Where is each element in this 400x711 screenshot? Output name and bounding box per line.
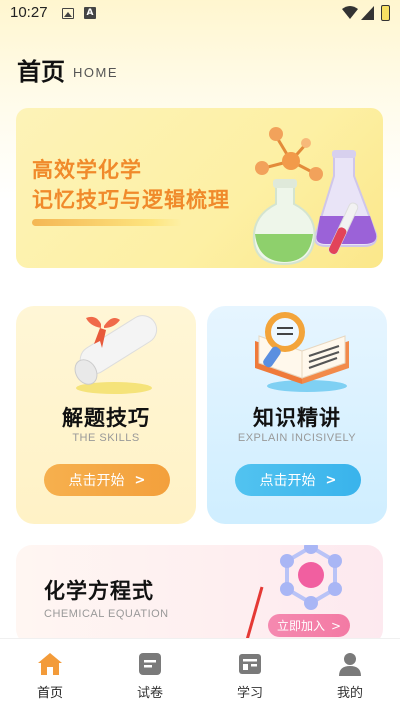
nav-label-papers: 试卷 — [136, 686, 163, 701]
page-subtitle: HOME — [73, 65, 118, 80]
status-bar: 10:27 A — [0, 0, 400, 28]
molecule-ring-illustration — [280, 545, 342, 610]
skills-card[interactable]: 解题技巧 THE SKILLS 点击开始 > — [16, 306, 196, 524]
home-icon — [38, 653, 62, 675]
paper-icon — [139, 653, 161, 675]
banner-subheadline: 记忆技巧与逻辑梳理 — [32, 188, 230, 212]
status-time: 10:27 — [10, 4, 48, 21]
banner-underline — [32, 219, 182, 226]
chevron-right-icon: > — [134, 472, 146, 488]
nav-tab-profile[interactable]: 我的 — [315, 651, 385, 701]
chevron-right-icon: > — [330, 618, 342, 633]
knowledge-card[interactable]: 知识精讲 EXPLAIN INCISIVELY 点击开始 > — [207, 306, 387, 524]
chevron-right-icon: > — [325, 472, 337, 488]
chemical-equation-card[interactable]: 化学方程式 CHEMICAL EQUATION 立即加入 > — [16, 545, 383, 645]
knowledge-card-subtitle: EXPLAIN INCISIVELY — [237, 432, 357, 444]
join-now-button[interactable]: 立即加入 > — [268, 614, 350, 637]
signal-icon — [361, 6, 374, 20]
knowledge-start-label: 点击开始 — [259, 473, 316, 489]
promo-banner[interactable]: 高效学化学 记忆技巧与逻辑梳理 — [16, 108, 383, 268]
scroll-diploma-illustration — [74, 315, 158, 394]
bottom-navigation: 首页 试卷 学习 我的 — [0, 638, 400, 711]
skills-start-button[interactable]: 点击开始 > — [44, 464, 170, 496]
image-notification-icon — [62, 8, 74, 19]
battery-icon — [381, 5, 390, 21]
skills-card-subtitle: THE SKILLS — [72, 432, 140, 444]
join-now-label: 立即加入 — [276, 619, 325, 633]
nav-tab-home[interactable]: 首页 — [15, 651, 85, 701]
nav-label-profile: 我的 — [336, 686, 363, 701]
banner-headline: 高效学化学 — [32, 158, 142, 182]
page-title: 首页 — [17, 58, 65, 86]
open-book-magnifier-illustration — [255, 312, 349, 392]
skills-start-label: 点击开始 — [68, 473, 125, 489]
nav-tab-study[interactable]: 学习 — [215, 651, 285, 701]
nav-label-study: 学习 — [236, 686, 263, 701]
profile-icon — [339, 653, 361, 676]
app-notification-icon: A — [84, 7, 96, 19]
chemistry-flasks-illustration — [252, 127, 378, 266]
nav-label-home: 首页 — [36, 686, 63, 701]
equation-card-title: 化学方程式 — [44, 579, 154, 603]
nav-tab-papers[interactable]: 试卷 — [115, 651, 185, 701]
wifi-icon — [342, 6, 358, 19]
knowledge-card-title: 知识精讲 — [253, 406, 341, 430]
equation-card-subtitle: CHEMICAL EQUATION — [44, 608, 169, 620]
skills-card-title: 解题技巧 — [62, 406, 150, 430]
knowledge-start-button[interactable]: 点击开始 > — [235, 464, 361, 496]
study-icon — [239, 654, 261, 674]
